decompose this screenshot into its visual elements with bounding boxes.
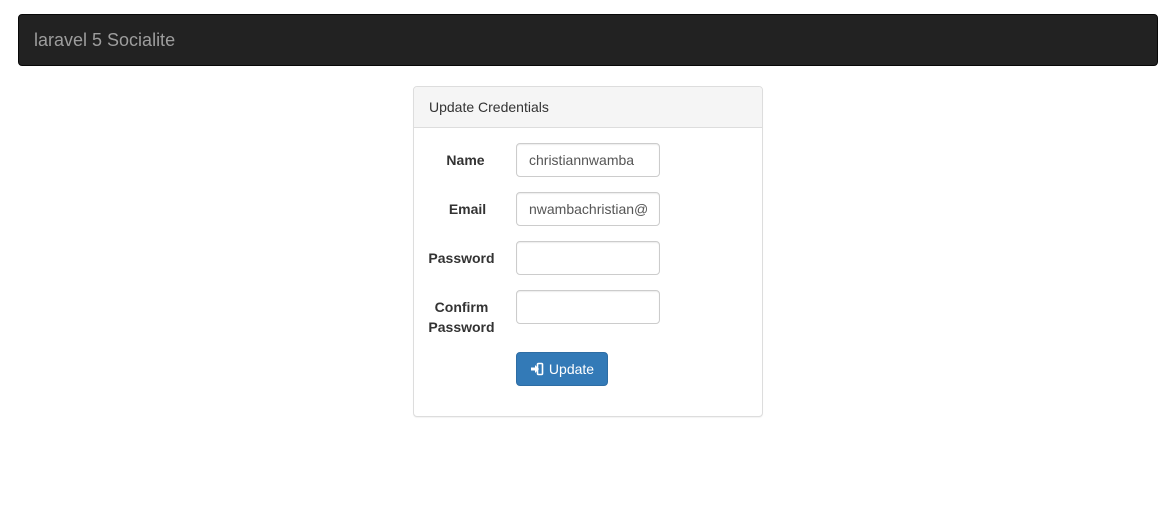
password-input[interactable]	[516, 241, 660, 275]
name-label: Name	[446, 152, 485, 168]
confirm-password-input[interactable]	[516, 290, 660, 324]
navbar: laravel 5 Socialite	[18, 14, 1158, 66]
navbar-brand[interactable]: laravel 5 Socialite	[34, 15, 175, 65]
password-label: Password	[428, 250, 495, 266]
credentials-panel: Update Credentials Name Email Password C…	[413, 86, 763, 417]
email-label: Email	[448, 201, 487, 217]
name-input[interactable]	[516, 143, 660, 177]
update-button[interactable]: Update	[516, 352, 608, 386]
confirm-password-label-line1: Confirm	[434, 299, 489, 315]
confirm-password-label-line2: Password	[428, 319, 495, 335]
email-input[interactable]	[516, 192, 660, 226]
panel-heading: Update Credentials	[414, 87, 762, 128]
sign-in-icon	[530, 362, 544, 376]
update-button-label: Update	[548, 361, 595, 377]
confirm-password-label: Confirm Password	[414, 297, 509, 337]
